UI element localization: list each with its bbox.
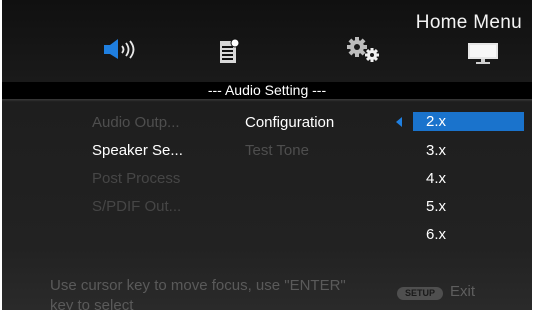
submenu-item-test-tone[interactable]: Test Tone xyxy=(245,142,309,159)
exit-label: Exit xyxy=(450,283,476,300)
submenu-item-configuration[interactable]: Configuration xyxy=(245,114,334,131)
section-title: --- Audio Setting --- xyxy=(207,82,327,98)
audio-icon[interactable] xyxy=(104,38,142,60)
option-6x[interactable]: 6.x xyxy=(413,225,524,244)
help-text: Use cursor key to move focus, use "ENTER… xyxy=(50,277,346,310)
option-3x[interactable]: 3.x xyxy=(413,141,524,160)
option-2x[interactable]: 2.x xyxy=(413,112,524,131)
menu-item-post-process[interactable]: Post Process xyxy=(92,170,180,187)
option-label: 2.x xyxy=(426,113,447,130)
menu-item-speaker-setting[interactable]: Speaker Se... xyxy=(92,142,183,159)
gear-icon[interactable] xyxy=(345,37,385,63)
osd-screen: Home Menu --- Audio Setting --- Audio Ou… xyxy=(2,0,532,310)
header-bar: Home Menu xyxy=(2,0,532,82)
menu-item-spdif-output[interactable]: S/PDIF Out... xyxy=(92,198,181,215)
page-title: Home Menu xyxy=(415,12,522,33)
monitor-icon[interactable] xyxy=(467,42,499,66)
setup-button-icon: SETUP xyxy=(397,287,443,300)
document-icon[interactable] xyxy=(218,38,240,64)
option-label: 4.x xyxy=(426,170,447,187)
option-5x[interactable]: 5.x xyxy=(413,197,524,216)
menu-item-audio-output[interactable]: Audio Outp... xyxy=(92,114,180,131)
option-label: 5.x xyxy=(426,198,447,215)
left-arrow-icon xyxy=(396,117,402,127)
option-label: 3.x xyxy=(426,142,447,159)
option-label: 6.x xyxy=(426,226,447,243)
option-4x[interactable]: 4.x xyxy=(413,169,524,188)
